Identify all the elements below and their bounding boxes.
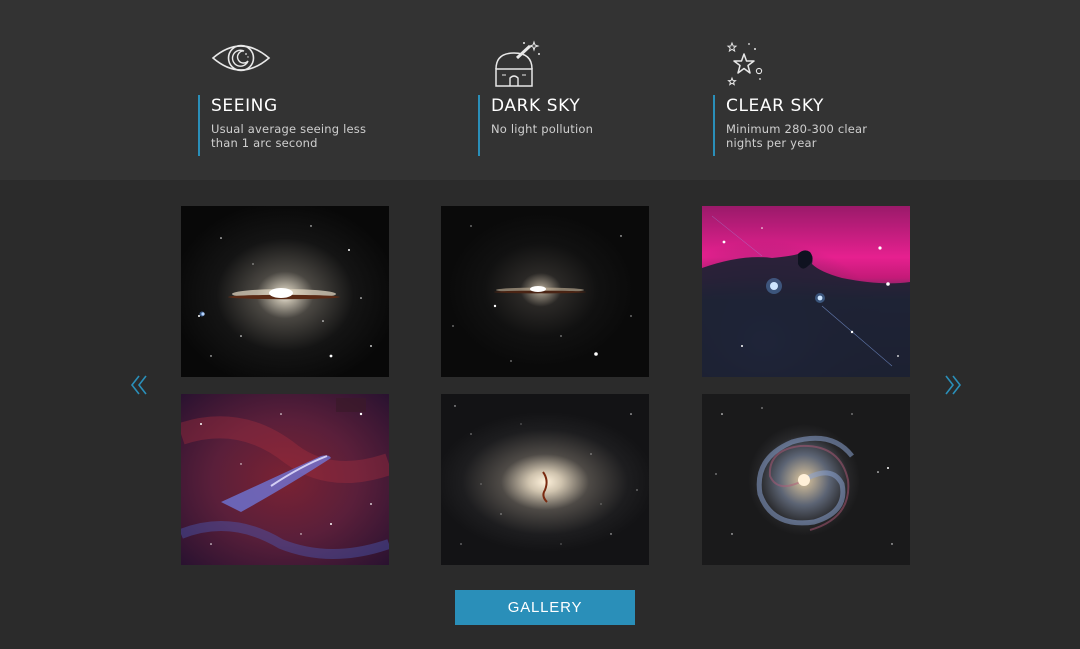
gallery-image-sombrero-galaxy-dark[interactable] xyxy=(441,206,649,377)
feature-title: DARK SKY xyxy=(491,96,581,116)
feature-dark-sky: DARK SKY No light pollution xyxy=(478,0,718,180)
feature-description: No light pollution xyxy=(491,122,594,136)
stars-icon xyxy=(726,41,763,86)
feature-description: Usual average seeing less than 1 arc sec… xyxy=(211,122,367,150)
feature-title: SEEING xyxy=(211,96,278,116)
gallery-image-sombrero-galaxy[interactable] xyxy=(181,206,389,377)
gallery-image-elliptical-galaxy[interactable] xyxy=(441,394,649,565)
features-section: SEEING Usual average seeing less than 1 … xyxy=(0,0,1080,180)
feature-title: CLEAR SKY xyxy=(726,96,825,116)
chevron-double-right-icon[interactable] xyxy=(942,373,962,397)
feature-accent-bar xyxy=(713,95,715,156)
feature-description: Minimum 280-300 clear nights per year xyxy=(726,122,868,150)
chevron-double-left-icon[interactable] xyxy=(130,373,150,397)
gallery-image-horsehead-nebula[interactable] xyxy=(702,206,910,377)
gallery-button[interactable]: GALLERY xyxy=(455,590,635,625)
feature-accent-bar xyxy=(478,95,480,156)
feature-seeing: SEEING Usual average seeing less than 1 … xyxy=(198,0,438,180)
feature-accent-bar xyxy=(198,95,200,156)
feature-clear-sky: CLEAR SKY Minimum 280-300 clear nights p… xyxy=(713,0,953,180)
eye-moon-icon xyxy=(211,44,271,72)
observatory-icon xyxy=(495,40,540,87)
gallery-image-pencil-nebula[interactable] xyxy=(181,394,389,565)
gallery-image-spiral-galaxy[interactable] xyxy=(702,394,910,565)
